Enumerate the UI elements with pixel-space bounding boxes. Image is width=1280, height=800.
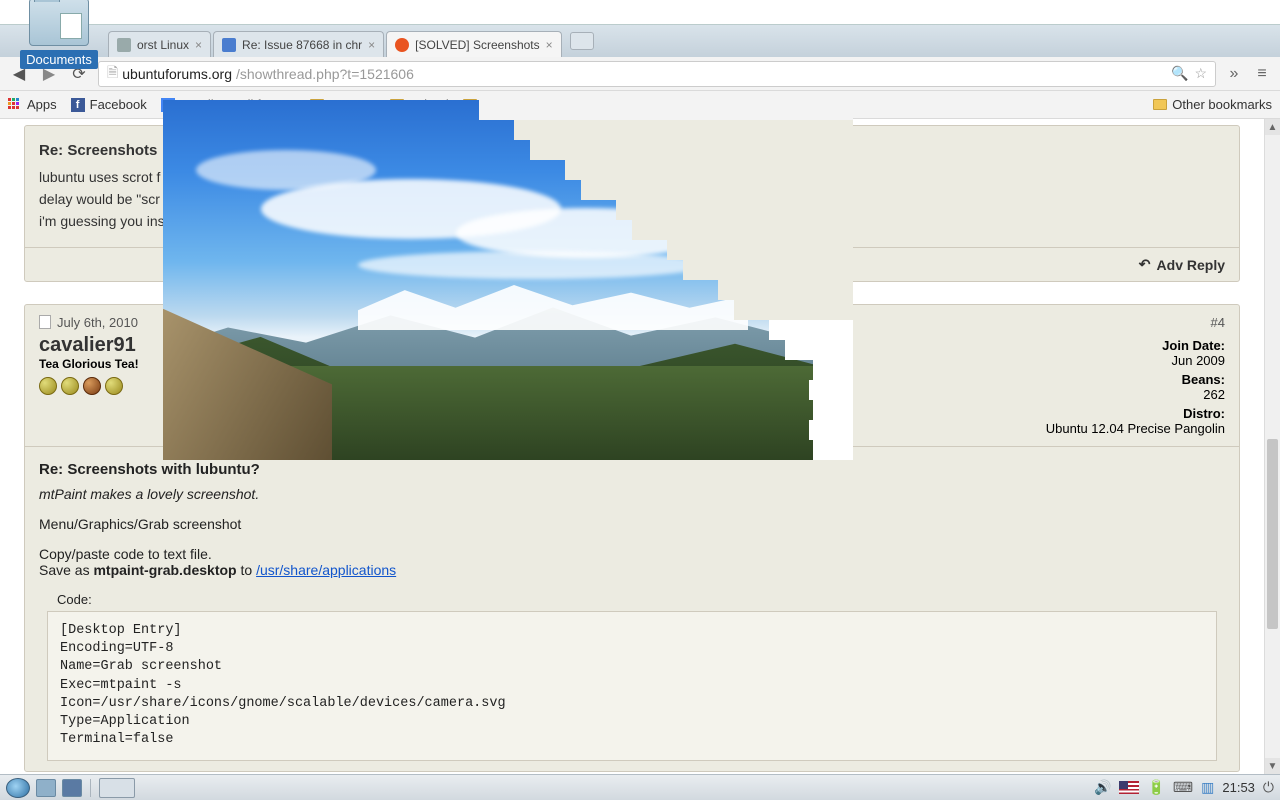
favicon xyxy=(222,38,236,52)
meta-value: Ubuntu 12.04 Precise Pangolin xyxy=(1046,421,1225,436)
tab-title: [SOLVED] Screenshots xyxy=(415,38,540,52)
dragged-screenshot-image[interactable] xyxy=(163,100,813,460)
network-icon[interactable]: ▥ xyxy=(1201,779,1214,796)
bookmark-label: Facebook xyxy=(90,97,147,112)
start-menu-button[interactable] xyxy=(6,778,30,798)
new-tab-button[interactable] xyxy=(570,32,594,50)
url-path: /showthread.php?t=1521606 xyxy=(236,66,414,82)
bookmark-facebook[interactable]: f Facebook xyxy=(71,97,147,112)
meta-label: Join Date: xyxy=(1046,338,1225,353)
code-label: Code: xyxy=(57,592,1225,607)
tab-title: orst Linux xyxy=(137,38,189,52)
close-icon[interactable]: × xyxy=(546,38,553,52)
menu-button[interactable]: ≡ xyxy=(1252,65,1272,83)
taskbar: 🔊 🔋 ⌨ ▥ 21:53 ⏻ xyxy=(0,774,1280,800)
taskbar-window-button[interactable] xyxy=(99,778,135,798)
folder-icon xyxy=(29,0,89,46)
vertical-scrollbar[interactable]: ▲ ▼ xyxy=(1264,119,1280,774)
facebook-icon: f xyxy=(71,98,85,112)
system-tray: 🔊 🔋 ⌨ ▥ 21:53 ⏻ xyxy=(1094,779,1274,796)
extensions-overflow[interactable]: » xyxy=(1224,65,1244,83)
page-icon: 🗎 xyxy=(107,62,118,86)
url-host: ubuntuforums.org xyxy=(122,66,232,82)
post-author-title: Tea Glorious Tea! xyxy=(39,357,139,371)
desktop-folder-documents[interactable]: Documents xyxy=(10,0,108,69)
bookmark-other[interactable]: Other bookmarks xyxy=(1153,97,1272,112)
user-badges xyxy=(39,377,139,395)
bean-icon xyxy=(105,377,123,395)
page-icon xyxy=(39,315,51,329)
post-meta: Join Date: Jun 2009 Beans: 262 Distro: U… xyxy=(1046,334,1225,436)
post-date: July 6th, 2010 xyxy=(57,315,138,330)
bookmark-label: Other bookmarks xyxy=(1172,97,1272,112)
quicklaunch-filemanager[interactable] xyxy=(36,779,56,797)
meta-label: Distro: xyxy=(1046,406,1225,421)
post-number[interactable]: #4 xyxy=(1211,315,1225,330)
post-text: mtPaint makes a lovely screenshot. xyxy=(39,486,259,502)
volume-icon[interactable]: 🔊 xyxy=(1094,779,1111,796)
power-icon[interactable]: ⏻ xyxy=(1263,779,1274,796)
post-text: Copy/paste code to text file. xyxy=(39,546,1225,562)
tab-title: Re: Issue 87668 in chr xyxy=(242,38,362,52)
post-author[interactable]: cavalier91 xyxy=(39,334,139,357)
landscape-image xyxy=(163,100,813,460)
path-link[interactable]: /usr/share/applications xyxy=(256,562,396,578)
battery-icon[interactable]: 🔋 xyxy=(1147,779,1164,796)
quicklaunch-browser[interactable] xyxy=(62,779,82,797)
adv-reply-button[interactable]: Adv Reply xyxy=(1157,257,1225,273)
bean-icon xyxy=(39,377,57,395)
meta-value: 262 xyxy=(1203,387,1225,402)
code-block[interactable]: [Desktop Entry] Encoding=UTF-8 Name=Grab… xyxy=(47,611,1217,761)
post-text: Menu/Graphics/Grab screenshot xyxy=(39,516,1225,532)
scroll-thumb[interactable] xyxy=(1267,439,1278,629)
keyboard-icon[interactable]: ⌨ xyxy=(1173,779,1193,796)
tab-2[interactable]: Re: Issue 87668 in chr × xyxy=(213,31,384,57)
address-bar[interactable]: 🗎 ubuntuforums.org/showthread.php?t=1521… xyxy=(98,61,1216,87)
favicon xyxy=(395,38,409,52)
apps-icon xyxy=(8,98,22,112)
scroll-down-button[interactable]: ▼ xyxy=(1265,758,1280,774)
bean-icon xyxy=(83,377,101,395)
favicon xyxy=(117,38,131,52)
folder-icon xyxy=(1153,99,1167,110)
reply-arrow-icon: ↶ xyxy=(1139,256,1151,273)
toolbar: ◀ ▶ ⟳ 🗎 ubuntuforums.org/showthread.php?… xyxy=(0,57,1280,91)
bookmark-label: Apps xyxy=(27,97,57,112)
tab-1[interactable]: orst Linux × xyxy=(108,31,211,57)
close-icon[interactable]: × xyxy=(195,38,202,52)
scroll-up-button[interactable]: ▲ xyxy=(1265,119,1280,135)
meta-value: Jun 2009 xyxy=(1172,353,1226,368)
desktop-folder-label: Documents xyxy=(20,50,98,69)
bookmark-apps[interactable]: Apps xyxy=(8,97,57,112)
tab-strip: orst Linux × Re: Issue 87668 in chr × [S… xyxy=(0,25,1280,57)
close-icon[interactable]: × xyxy=(368,38,375,52)
zoom-icon[interactable]: 🔍 xyxy=(1171,65,1188,82)
separator xyxy=(90,779,91,797)
bookmark-star-icon[interactable]: ☆ xyxy=(1194,65,1207,82)
clock[interactable]: 21:53 xyxy=(1222,780,1255,795)
keyboard-layout-us-icon[interactable] xyxy=(1119,781,1139,794)
post-text: Save as mtpaint-grab.desktop to /usr/sha… xyxy=(39,562,1225,578)
bean-icon xyxy=(61,377,79,395)
tab-3-active[interactable]: [SOLVED] Screenshots × xyxy=(386,31,562,57)
post-title: Re: Screenshots with lubuntu? xyxy=(39,461,1225,478)
meta-label: Beans: xyxy=(1046,372,1225,387)
